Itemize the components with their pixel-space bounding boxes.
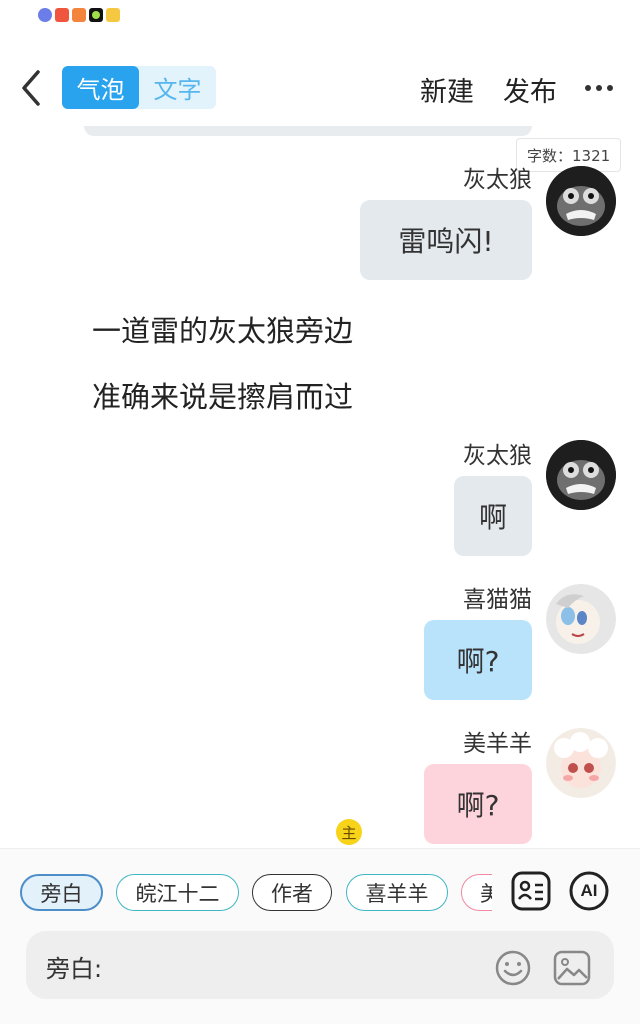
status-bar (0, 0, 640, 36)
folder-app-icon (106, 8, 120, 22)
host-badge: 主 (336, 819, 362, 845)
message-input[interactable] (118, 945, 478, 985)
message-bubble[interactable]: 啊? (424, 764, 532, 844)
chip-wanjiang-shier[interactable]: 皖江十二 (116, 874, 239, 911)
chat-area[interactable]: 字数：1321 灰太狼 雷鸣闪! 一道雷的灰太狼旁边 准确来说是擦肩而过 灰太狼… (0, 126, 640, 848)
more-horizontal-icon (585, 85, 613, 91)
chip-author[interactable]: 作者 (252, 874, 332, 911)
emoji-icon (495, 950, 531, 986)
chevron-left-icon (22, 70, 40, 106)
bottom-panel: 旁白 皖江十二 作者 喜羊羊 美 AI 旁白: (0, 848, 640, 1024)
message-bubble[interactable]: 啊? (424, 620, 532, 700)
green-app-icon (89, 8, 103, 22)
tab-text[interactable]: 文字 (139, 66, 216, 109)
status-app-icons (38, 8, 120, 22)
top-bar: 气泡 文字 新建 发布 (0, 52, 640, 126)
input-row: 旁白: (26, 931, 614, 999)
emoji-button[interactable] (494, 949, 532, 987)
sender-name: 灰太狼 (463, 167, 532, 193)
character-card-icon (511, 871, 551, 911)
ai-label: AI (580, 881, 598, 900)
back-button[interactable] (18, 68, 48, 108)
mei-yangyang-avatar[interactable] (546, 728, 616, 798)
image-icon (553, 950, 591, 986)
grey-wolf-avatar[interactable] (546, 166, 616, 236)
tab-bubble[interactable]: 气泡 (62, 66, 139, 109)
sender-name: 喜猫猫 (463, 587, 532, 613)
chip-mei-partial[interactable]: 美 (461, 874, 492, 911)
new-button[interactable]: 新建 (420, 70, 474, 109)
sender-name: 美羊羊 (463, 731, 532, 757)
more-button[interactable] (582, 74, 616, 102)
image-button[interactable] (552, 949, 592, 987)
xi-maomao-avatar[interactable] (546, 584, 616, 654)
character-chip-row[interactable]: 旁白 皖江十二 作者 喜羊羊 美 (20, 874, 492, 914)
sender-name: 灰太狼 (463, 443, 532, 469)
video-app-icon (55, 8, 69, 22)
chip-xi-yangyang[interactable]: 喜羊羊 (346, 874, 448, 911)
narration-text[interactable]: 准确来说是擦肩而过 (92, 374, 353, 416)
previous-bubble[interactable] (84, 126, 532, 136)
ai-button[interactable]: AI (569, 871, 609, 911)
music-app-icon (38, 8, 52, 22)
chip-narration[interactable]: 旁白 (20, 874, 103, 911)
mode-toggle: 气泡 文字 (62, 66, 216, 109)
input-speaker-label: 旁白: (46, 955, 103, 983)
publish-button[interactable]: 发布 (503, 70, 557, 109)
narration-text[interactable]: 一道雷的灰太狼旁边 (92, 308, 353, 350)
message-bubble[interactable]: 雷鸣闪! (360, 200, 532, 280)
character-card-button[interactable] (511, 871, 551, 911)
player-app-icon (72, 8, 86, 22)
message-bubble[interactable]: 啊 (454, 476, 532, 556)
grey-wolf-avatar[interactable] (546, 440, 616, 510)
